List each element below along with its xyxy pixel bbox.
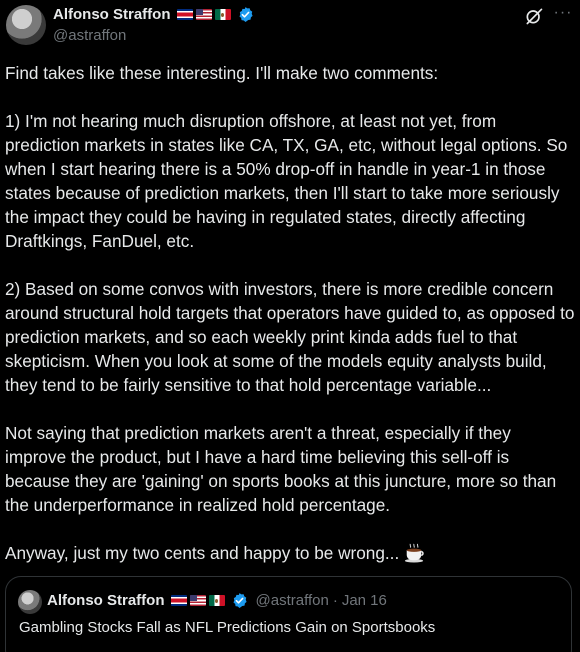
costa-rica-flag-icon xyxy=(170,595,187,606)
quoted-author-row: Alfonso Straffon @astraffon · Jan 16 xyxy=(47,592,387,609)
tweet-paragraph: Not saying that prediction markets aren'… xyxy=(5,423,557,515)
tweet-paragraph: 1) I'm not hearing much disruption offsh… xyxy=(5,111,568,251)
coffee-icon xyxy=(405,543,424,563)
author-handle[interactable]: @astraffon xyxy=(53,27,126,44)
quoted-tweet[interactable]: Alfonso Straffon @astraffon · Jan 16 Gam… xyxy=(5,576,572,652)
author-name-row: Alfonso Straffon xyxy=(53,6,254,23)
author-flags xyxy=(176,9,231,20)
tweet-body: Find takes like these interesting. I'll … xyxy=(5,61,575,565)
quoted-author-name: Alfonso Straffon xyxy=(47,592,165,609)
tweet-header: Alfonso Straffon @astraffon ··· xyxy=(0,0,580,56)
more-options-icon[interactable]: ··· xyxy=(552,4,574,26)
author-display-name[interactable]: Alfonso Straffon xyxy=(53,6,171,23)
mexico-flag-icon xyxy=(214,9,231,20)
verified-badge-icon xyxy=(238,7,253,22)
usa-flag-icon xyxy=(195,9,212,20)
separator-dot: · xyxy=(332,592,338,609)
tweet-paragraph: Anyway, just my two cents and happy to b… xyxy=(5,543,400,563)
author-avatar[interactable] xyxy=(6,5,46,45)
mexico-flag-icon xyxy=(208,595,225,606)
usa-flag-icon xyxy=(189,595,206,606)
tweet-paragraph-last: Anyway, just my two cents and happy to b… xyxy=(5,541,575,565)
quoted-author-handle: @astraffon xyxy=(255,592,329,609)
grok-icon[interactable] xyxy=(524,6,544,26)
quoted-author-avatar xyxy=(18,590,42,614)
costa-rica-flag-icon xyxy=(176,9,193,20)
quoted-tweet-text: Gambling Stocks Fall as NFL Predictions … xyxy=(19,619,436,636)
verified-badge-icon xyxy=(232,593,247,608)
tweet-paragraph: Find takes like these interesting. I'll … xyxy=(5,63,439,83)
tweet-paragraph: 2) Based on some convos with investors, … xyxy=(5,279,575,395)
quoted-author-flags xyxy=(170,595,225,606)
quoted-tweet-date: Jan 16 xyxy=(341,592,387,609)
